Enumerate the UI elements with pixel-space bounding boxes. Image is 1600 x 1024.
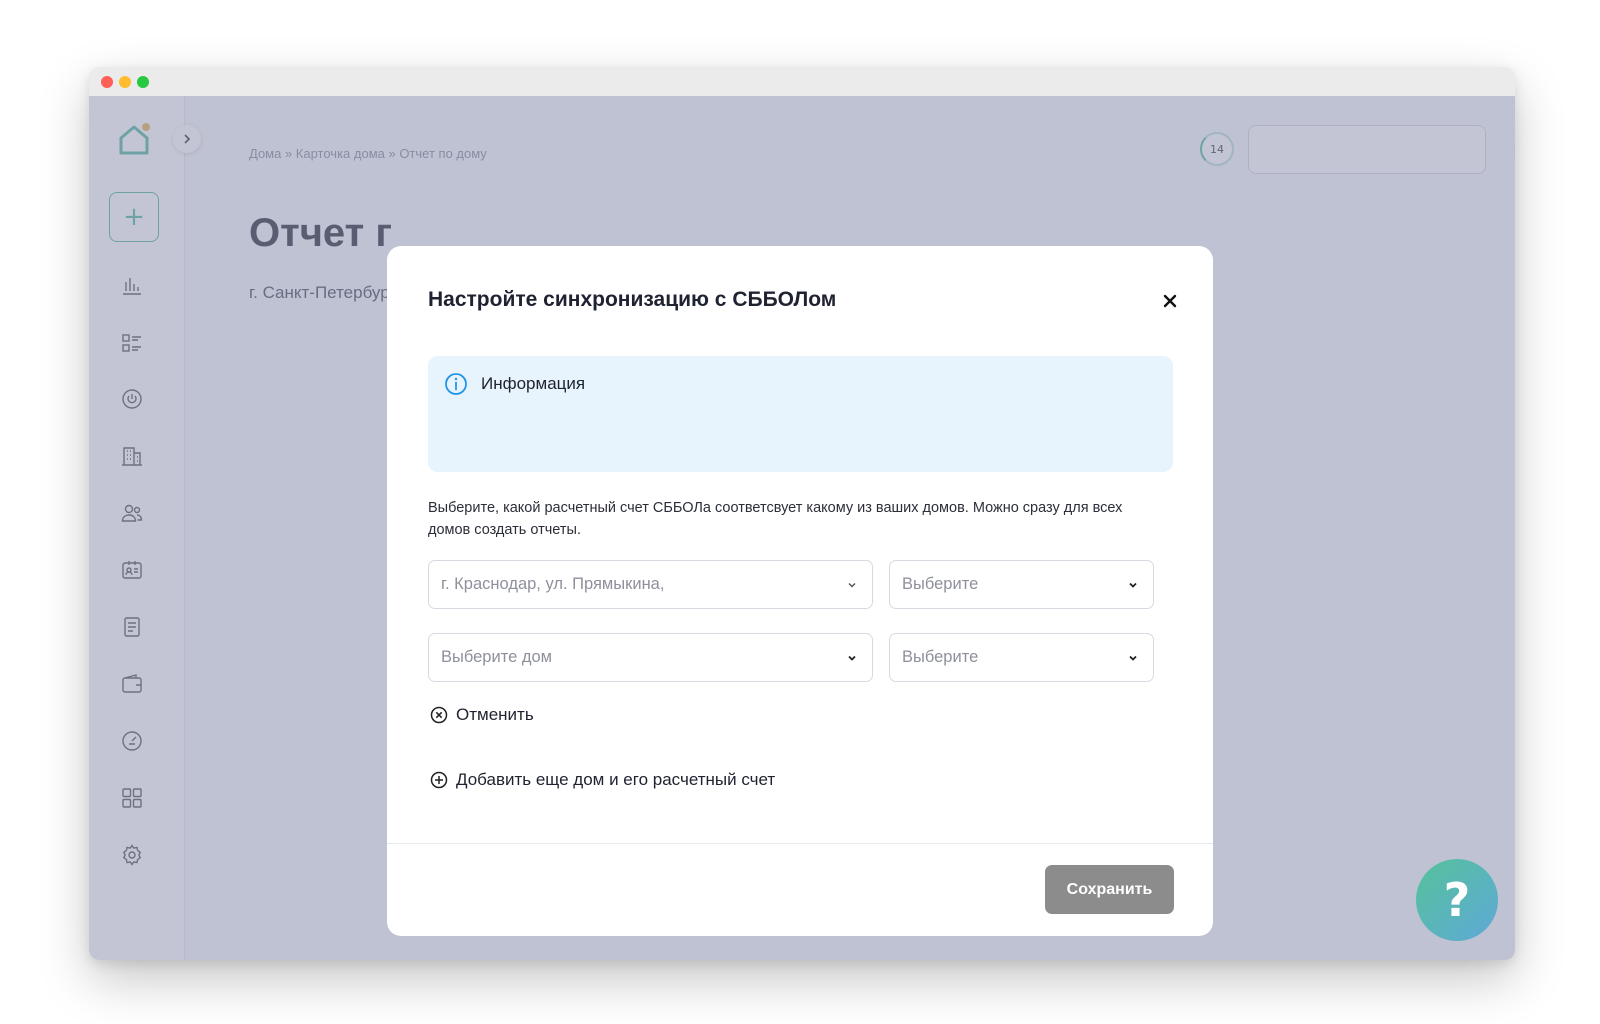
house-select-2-placeholder: Выберите дом <box>441 648 552 666</box>
add-house-label: Добавить еще дом и его расчетный счет <box>456 770 776 789</box>
house-select-2[interactable]: Выберите дом <box>428 633 873 682</box>
modal-title: Настройте синхронизацию с СББОЛом <box>428 288 837 311</box>
chevron-down-icon <box>848 655 856 661</box>
house-select-1[interactable]: г. Краснодар, ул. Прямыкина, <box>428 560 873 609</box>
add-house-button[interactable]: Добавить еще дом и его расчетный счет <box>430 770 775 790</box>
minimize-window-button[interactable] <box>119 76 131 88</box>
info-icon <box>445 373 467 395</box>
modal-close-button[interactable] <box>1158 289 1182 313</box>
account-select-2[interactable]: Выберите <box>889 633 1154 682</box>
sync-modal: Настройте синхронизацию с СББОЛом Информ… <box>387 246 1213 936</box>
save-button[interactable]: Сохранить <box>1045 865 1174 914</box>
close-icon <box>1163 294 1177 308</box>
close-window-button[interactable] <box>101 76 113 88</box>
chevron-down-icon <box>1129 582 1137 588</box>
plus-circle-icon <box>430 771 448 789</box>
help-button[interactable]: ? <box>1416 859 1498 941</box>
account-select-1[interactable]: Выберите <box>889 560 1154 609</box>
chevron-down-icon <box>1129 655 1137 661</box>
modal-description: Выберите, какой расчетный счет СББОЛа со… <box>428 500 1123 538</box>
help-button-label: ? <box>1443 873 1471 927</box>
app-root: + <box>89 96 1515 960</box>
maximize-window-button[interactable] <box>137 76 149 88</box>
house-select-1-value: г. Краснодар, ул. Прямыкина, <box>441 575 665 593</box>
cancel-circle-icon <box>430 706 448 724</box>
modal-footer-divider <box>387 843 1213 844</box>
account-select-1-placeholder: Выберите <box>902 575 979 593</box>
cancel-row-button[interactable]: Отменить <box>430 705 534 725</box>
account-select-2-placeholder: Выберите <box>902 648 979 666</box>
info-box: Информация <box>428 356 1173 472</box>
cancel-row-label: Отменить <box>456 705 534 724</box>
window-titlebar <box>89 67 1515 96</box>
chevron-down-icon <box>848 582 856 588</box>
browser-window: + <box>89 67 1515 960</box>
info-title: Информация <box>481 374 586 393</box>
